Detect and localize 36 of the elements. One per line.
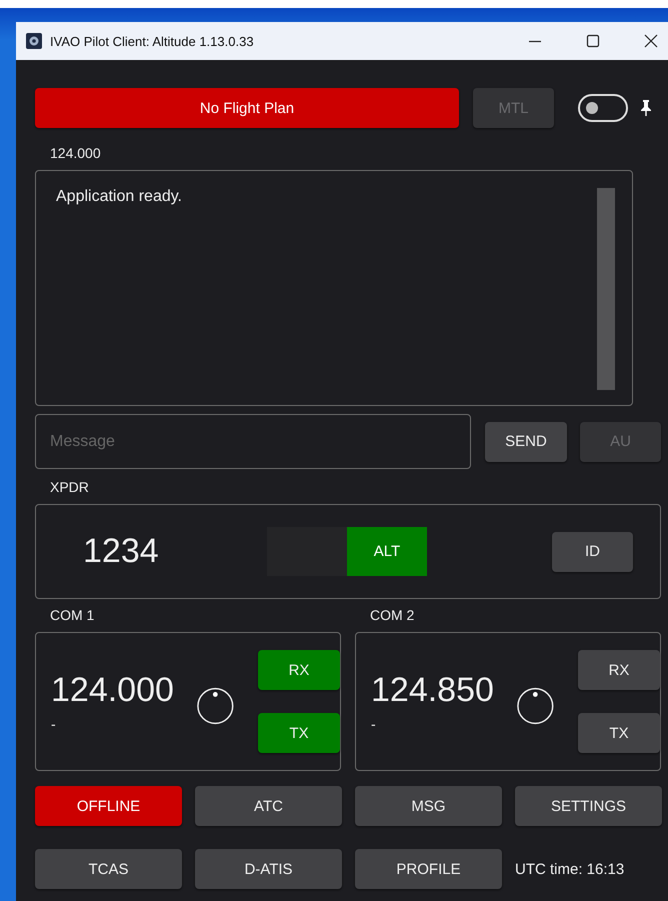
message-field[interactable]: Message xyxy=(35,414,471,469)
com-label: COM 2 xyxy=(369,607,416,623)
window-title: IVAO Pilot Client: Altitude 1.13.0.33 xyxy=(50,34,254,48)
utc-time: UTC time: 16:13 xyxy=(515,860,626,878)
log-line: Application ready. xyxy=(56,188,183,206)
tuning-knob-icon[interactable] xyxy=(516,686,555,726)
close-icon[interactable] xyxy=(644,34,658,48)
pin-icon[interactable] xyxy=(640,100,652,116)
com-frequency: 124.000 xyxy=(51,671,175,710)
tx-button[interactable]: TX xyxy=(258,713,340,753)
menu-button[interactable]: D-ATIS xyxy=(195,849,342,889)
toggle-switch[interactable] xyxy=(578,94,628,122)
menu-button[interactable]: TCAS xyxy=(35,849,182,889)
com-frequency: 124.850 xyxy=(371,671,495,710)
mode-segment[interactable]: ALT xyxy=(347,527,427,576)
station-name: - xyxy=(51,716,57,732)
tuning-knob-icon[interactable] xyxy=(196,686,235,726)
menu-button[interactable]: PROFILE xyxy=(355,849,502,889)
menu-button[interactable]: SETTINGS xyxy=(515,786,662,826)
station-name: - xyxy=(371,716,377,732)
rx-button[interactable]: RX xyxy=(258,650,340,690)
scrollbar[interactable] xyxy=(597,188,615,390)
menu-button[interactable]: MSG xyxy=(355,786,502,826)
squawk-code: 1234 xyxy=(83,532,160,571)
frequency-label: 124.000 xyxy=(49,145,102,161)
com-label: COM 1 xyxy=(49,607,96,623)
xpdr-label: XPDR xyxy=(49,479,90,495)
ident-button[interactable]: ID xyxy=(552,532,633,572)
send-button[interactable]: SEND xyxy=(485,422,567,462)
tx-button[interactable]: TX xyxy=(578,713,660,753)
rx-button[interactable]: RX xyxy=(578,650,660,690)
menu-button[interactable]: ATC xyxy=(195,786,342,826)
app-icon xyxy=(26,33,42,49)
flight-plan-button[interactable]: No Flight Plan xyxy=(35,88,459,128)
maximize-icon[interactable] xyxy=(586,34,600,48)
menu-button[interactable]: OFFLINE xyxy=(35,786,182,826)
